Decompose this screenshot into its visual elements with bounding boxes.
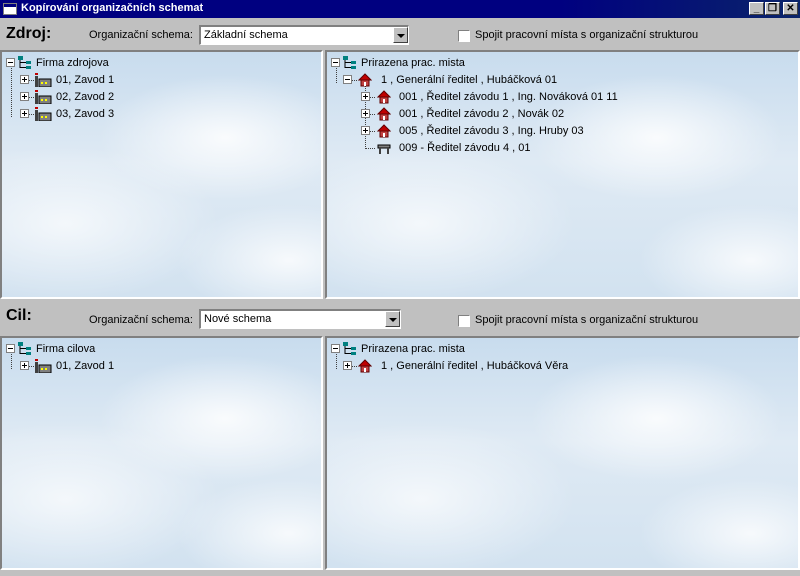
window-title: Kopírování organizačních schemat <box>21 2 204 14</box>
tree-item-label: 1 , Generální ředitel , Hubáčková Věra <box>381 360 569 372</box>
tree-item-label: 1 , Generální ředitel , Hubáčková 01 <box>381 74 558 86</box>
expand-icon[interactable] <box>343 361 352 370</box>
source-merge-checkbox[interactable] <box>458 30 470 42</box>
tree-root-label: Prirazena prac. mista <box>361 57 465 69</box>
app-icon[interactable] <box>3 3 17 15</box>
factory-icon <box>35 73 52 87</box>
target-label: Cil: <box>6 307 32 324</box>
close-button[interactable]: ✕ <box>783 2 798 15</box>
tree-item-label: 01, Zavod 1 <box>56 74 115 86</box>
tree-item-label: 009 - Ředitel závodu 4 , 01 <box>399 142 531 154</box>
house-icon <box>377 124 391 138</box>
factory-icon <box>35 90 52 104</box>
tree-item-label: 005 , Ředitel závodu 3 , Ing. Hruby 03 <box>399 125 584 137</box>
collapse-icon[interactable] <box>343 75 352 84</box>
minimize-button[interactable]: _ <box>749 2 764 15</box>
source-schema-select[interactable]: Základní schema <box>199 25 409 45</box>
tree-root-label: Prirazena prac. mista <box>361 343 465 355</box>
expand-icon[interactable] <box>361 109 370 118</box>
source-schema-value: Základní schema <box>204 29 288 41</box>
desk-icon <box>377 144 391 154</box>
house-icon <box>377 90 391 104</box>
target-merge-label[interactable]: Spojit pracovní místa s organizační stru… <box>475 314 698 326</box>
target-merge-checkbox[interactable] <box>458 315 470 327</box>
expand-icon[interactable] <box>20 361 29 370</box>
target-schema-value: Nové schema <box>204 313 272 325</box>
collapse-icon[interactable] <box>6 344 15 353</box>
title-bar[interactable]: Kopírování organizačních schemat _ ❐ ✕ <box>0 0 800 18</box>
factory-icon <box>35 107 52 121</box>
house-icon <box>358 73 372 87</box>
target-positions-tree[interactable]: Prirazena prac. mista 1 , Generální ředi… <box>325 336 800 570</box>
tree-item-label: 001 , Ředitel závodu 1 , Ing. Nováková 0… <box>399 91 618 103</box>
tree-structure-icon <box>343 342 356 355</box>
target-toolbar: Cil: Organizační schema: Nové schema Spo… <box>0 305 800 335</box>
target-company-tree[interactable]: Firma cilova 01, Zavod 1 <box>0 336 323 570</box>
factory-icon <box>35 359 52 373</box>
source-positions-tree[interactable]: Prirazena prac. mista 1 , Generální ředi… <box>325 50 800 299</box>
house-icon <box>377 107 391 121</box>
source-merge-label[interactable]: Spojit pracovní místa s organizační stru… <box>475 29 698 41</box>
source-toolbar: Zdroj: Organizační schema: Základní sche… <box>0 20 800 50</box>
expand-icon[interactable] <box>20 75 29 84</box>
tree-structure-icon <box>18 342 31 355</box>
target-schema-select[interactable]: Nové schema <box>199 309 401 329</box>
tree-item-label: 03, Zavod 3 <box>56 108 115 120</box>
source-schema-label: Organizační schema: <box>89 29 193 41</box>
collapse-icon[interactable] <box>331 344 340 353</box>
expand-icon[interactable] <box>361 92 370 101</box>
restore-button[interactable]: ❐ <box>765 2 780 15</box>
status-strip <box>0 570 800 576</box>
tree-item-label: 01, Zavod 1 <box>56 360 115 372</box>
tree-item-label: 001 , Ředitel závodu 2 , Novák 02 <box>399 108 565 120</box>
expand-icon[interactable] <box>20 92 29 101</box>
tree-root-label: Firma cilova <box>36 343 96 355</box>
target-schema-label: Organizační schema: <box>89 314 193 326</box>
source-schema-dropdown-button[interactable] <box>393 27 408 43</box>
collapse-icon[interactable] <box>331 58 340 67</box>
expand-icon[interactable] <box>361 126 370 135</box>
source-label: Zdroj: <box>6 25 52 42</box>
tree-structure-icon <box>18 56 31 69</box>
tree-item-label: 02, Zavod 2 <box>56 91 115 103</box>
expand-icon[interactable] <box>20 109 29 118</box>
collapse-icon[interactable] <box>6 58 15 67</box>
tree-root-label: Firma zdrojova <box>36 57 109 69</box>
source-company-tree[interactable]: Firma zdrojova 01, Zavod 1 02, Zavod 2 0… <box>0 50 323 299</box>
target-schema-dropdown-button[interactable] <box>385 311 400 327</box>
tree-structure-icon <box>343 56 356 69</box>
house-icon <box>358 359 372 373</box>
